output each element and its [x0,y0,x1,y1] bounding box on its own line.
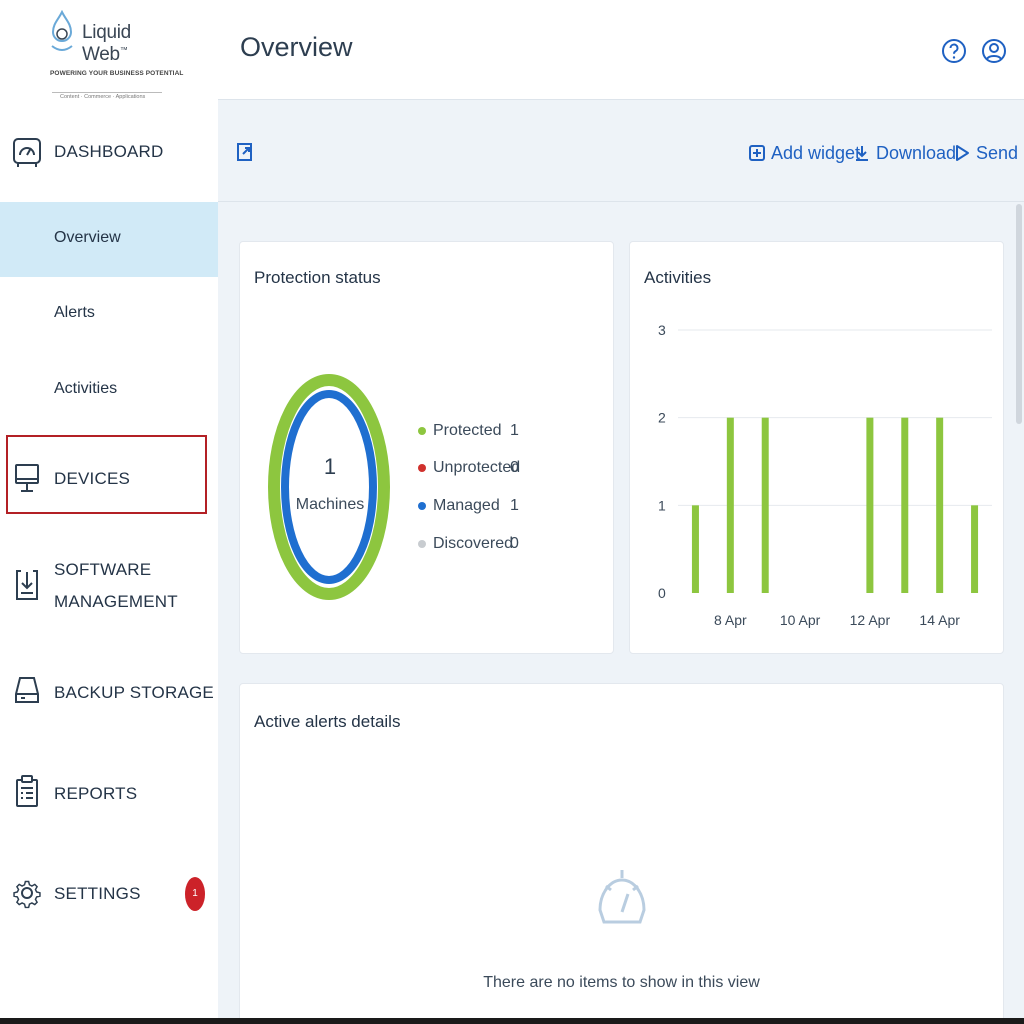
legend-discovered-label: Discovered [433,535,514,552]
legend-discovered: Discovered 0 [418,532,519,556]
active-alerts-widget: Active alerts details There are no items… [239,683,1004,1024]
legend-protected-value: 1 [510,422,519,439]
legend-managed-value: 1 [510,497,519,514]
activities-bar-chart: 0 1 2 3 8 Apr 10 Apr 12 Apr 14 Apr [658,322,992,628]
protection-status-title: Protection status [254,268,381,287]
x-tick-label: 10 Apr [780,612,821,628]
nav-dashboard[interactable]: DASHBOARD [0,128,218,176]
sidebar-item-overview[interactable]: Overview [0,202,218,277]
nav-reports-label: REPORTS [54,784,138,803]
legend-protected-dot [418,427,426,435]
sidebar-item-alerts-label: Alerts [54,304,95,321]
nav-devices[interactable]: DEVICES [0,456,218,500]
brand-tagline: POWERING YOUR BUSINESS POTENTIAL [50,70,184,77]
activity-bar-15-apr[interactable] [971,505,979,593]
x-tick-label: 14 Apr [919,612,960,628]
nav-software-label-line1: SOFTWARE [54,560,152,579]
activity-bar-9-apr[interactable] [761,417,769,593]
donut-center-value: 1 [323,454,337,479]
nav-backup-storage[interactable]: BACKUP STORAGE [0,670,218,716]
legend-unprotected: Unprotected 0 [418,456,520,480]
monitor-icon [15,464,39,492]
nav-reports[interactable]: REPORTS [0,770,218,818]
download-icon [856,146,868,161]
y-tick-label: 3 [658,322,666,338]
page-title: Overview [240,32,353,62]
activity-bar-8-apr[interactable] [726,417,734,593]
liquid-web-logo-icon [51,10,73,51]
donut-center-label: Machines [295,496,365,513]
x-tick-label: 12 Apr [850,612,891,628]
brand-name: Liquid Web [82,22,131,65]
help-circle-icon[interactable] [941,33,967,69]
bottom-edge [0,1018,1024,1024]
settings-notification-badge: 1 [185,877,205,911]
clipboard-report-icon [16,775,38,807]
legend-unprotected-value: 0 [510,459,519,476]
legend-unprotected-dot [418,464,426,472]
sidebar-item-alerts[interactable]: Alerts [0,277,218,352]
y-tick-label: 0 [658,585,666,601]
gauge-empty-icon [598,870,646,924]
nav-settings-label: SETTINGS [54,884,141,903]
send-icon [956,145,969,161]
legend-managed: Managed 1 [418,494,519,518]
activity-bar-14-apr[interactable] [936,417,944,593]
legend-discovered-value: 0 [510,535,519,552]
main-scrollbar[interactable] [1016,204,1022,424]
nav-software-management[interactable]: SOFTWARE MANAGEMENT [0,554,218,618]
brand-subtagline: Content · Commerce · Applications [60,94,146,100]
nav-devices-label: DEVICES [54,469,131,488]
add-widget-button[interactable]: Add widget [749,139,860,167]
nav-dashboard-label: DASHBOARD [54,142,164,161]
software-download-icon [16,570,38,600]
protection-status-widget: Protection status 1 Machines [239,241,614,654]
activity-bar-7-apr[interactable] [691,505,699,593]
legend-protected-label: Protected [433,422,502,439]
sidebar: Liquid Web™ POWERING YOUR BUSINESS POTEN… [0,0,218,1024]
active-alerts-title: Active alerts details [254,712,401,731]
logo-divider [52,92,162,93]
sidebar-item-activities-label: Activities [54,380,118,397]
legend-protected: Protected 1 [418,419,519,443]
activity-bar-13-apr[interactable] [901,417,909,593]
expand-icon[interactable] [236,139,254,165]
sidebar-item-overview-label: Overview [54,229,121,246]
user-account-icon[interactable] [981,33,1007,69]
send-button[interactable]: Send [954,139,1018,167]
storage-drive-icon [15,677,39,703]
y-tick-label: 2 [658,410,666,426]
send-label: Send [976,142,1019,163]
y-tick-label: 1 [658,497,666,513]
logo[interactable]: Liquid Web™ POWERING YOUR BUSINESS POTEN… [48,8,183,100]
sidebar-item-activities[interactable]: Activities [0,353,218,428]
nav-backup-label: BACKUP STORAGE [54,683,214,702]
gear-icon [13,880,41,909]
empty-state-text: There are no items to show in this view [483,974,760,991]
dashboard-toolbar: Add widget Download Send [218,101,1024,202]
activities-title: Activities [644,268,712,287]
speedometer-icon [13,138,41,167]
top-header: Overview [218,0,1024,100]
legend-discovered-dot [418,540,426,548]
download-label: Download [876,142,957,163]
download-button[interactable]: Download [854,139,956,167]
add-square-icon [749,145,765,161]
protection-donut-chart [268,374,390,600]
legend-managed-label: Managed [433,497,500,514]
legend-managed-dot [418,502,426,510]
add-widget-label: Add widget [771,142,861,163]
legend-unprotected-label: Unprotected [433,459,521,476]
activity-bar-12-apr[interactable] [866,417,874,593]
activities-widget: Activities 0 1 2 3 8 Apr 10 Apr 12 Apr 14 Apr [629,241,1004,654]
nav-software-label-line2: MANAGEMENT [54,592,178,611]
x-tick-label: 8 Apr [714,612,747,628]
brand-trademark: ™ [119,45,128,55]
